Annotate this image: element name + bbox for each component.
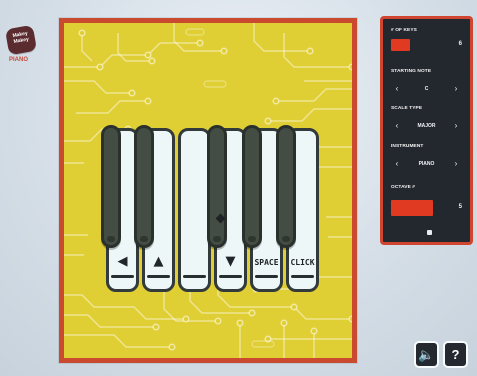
help-icon: ?: [451, 347, 460, 362]
black-key-4[interactable]: [242, 125, 262, 248]
starting-note-title: STARTING NOTE: [391, 69, 432, 74]
left-arrow-icon: ◀: [117, 254, 128, 269]
space-key-label: SPACE: [254, 258, 279, 267]
starting-note-value: C: [424, 86, 429, 92]
key-base: [147, 275, 170, 278]
instrument-control: ‹ PIANO ›: [391, 158, 462, 170]
panel-indicator: [427, 230, 432, 235]
black-key-cap: [248, 236, 256, 242]
instrument-prev-button[interactable]: ‹: [391, 159, 403, 169]
down-arrow-icon: ▼: [225, 254, 236, 269]
instrument-title: INSTRUMENT: [391, 144, 424, 149]
instrument-next-button[interactable]: ›: [450, 159, 462, 169]
click-key-label: CLICK: [290, 258, 315, 267]
octave-value: 5: [458, 204, 462, 210]
scale-type-next-button[interactable]: ›: [450, 121, 462, 131]
black-key-cap: [107, 236, 115, 242]
starting-note-prev-button[interactable]: ‹: [391, 84, 403, 94]
logo-subtitle: PIANO: [9, 57, 29, 63]
black-key-2[interactable]: [134, 125, 154, 248]
starting-note-control: ‹ C ›: [391, 83, 462, 95]
key-base: [291, 275, 314, 278]
piano-keyboard: ◀ ▲ ▼ SPACE CLICK: [101, 125, 328, 296]
scale-type-control: ‹ MAJOR ›: [391, 120, 462, 132]
key-base: [111, 275, 134, 278]
speaker-icon: 🔈: [418, 346, 435, 362]
black-key-5[interactable]: [276, 125, 296, 248]
up-arrow-icon: ▲: [153, 254, 164, 269]
scale-type-value: MAJOR: [417, 123, 436, 129]
black-key-3[interactable]: [207, 125, 227, 248]
help-button[interactable]: ?: [443, 341, 468, 368]
scale-type-prev-button[interactable]: ‹: [391, 121, 403, 131]
makey-makey-logo: Makey Makey PIANO: [4, 24, 38, 73]
octave-slider-fill[interactable]: [391, 200, 433, 216]
scale-type-title: SCALE TYPE: [391, 106, 423, 111]
instrument-value: PIANO: [418, 161, 435, 167]
black-key-1[interactable]: [101, 125, 121, 248]
piano-board: ◀ ▲ ▼ SPACE CLICK: [59, 18, 357, 363]
diamond-icon: [215, 213, 226, 224]
key-base: [219, 275, 242, 278]
settings-panel: # OF KEYS 6 STARTING NOTE ‹ C › SCALE TY…: [380, 16, 473, 245]
key-base: [255, 275, 278, 278]
keys-slider-fill[interactable]: [391, 39, 410, 51]
piano-app-screen: Makey Makey PIANO ◀ ▲ ▼ SPACE CLICK # OF…: [0, 0, 477, 376]
black-key-cap: [282, 236, 290, 242]
keys-value: 6: [458, 41, 462, 47]
black-key-cap: [140, 236, 148, 242]
octave-title: OCTAVE #: [391, 185, 416, 190]
sound-button[interactable]: 🔈: [414, 341, 439, 368]
key-base: [183, 275, 206, 278]
starting-note-next-button[interactable]: ›: [450, 84, 462, 94]
black-key-cap: [213, 236, 221, 242]
bottom-controls: 🔈 ?: [414, 341, 471, 369]
keys-title: # OF KEYS: [391, 28, 417, 33]
